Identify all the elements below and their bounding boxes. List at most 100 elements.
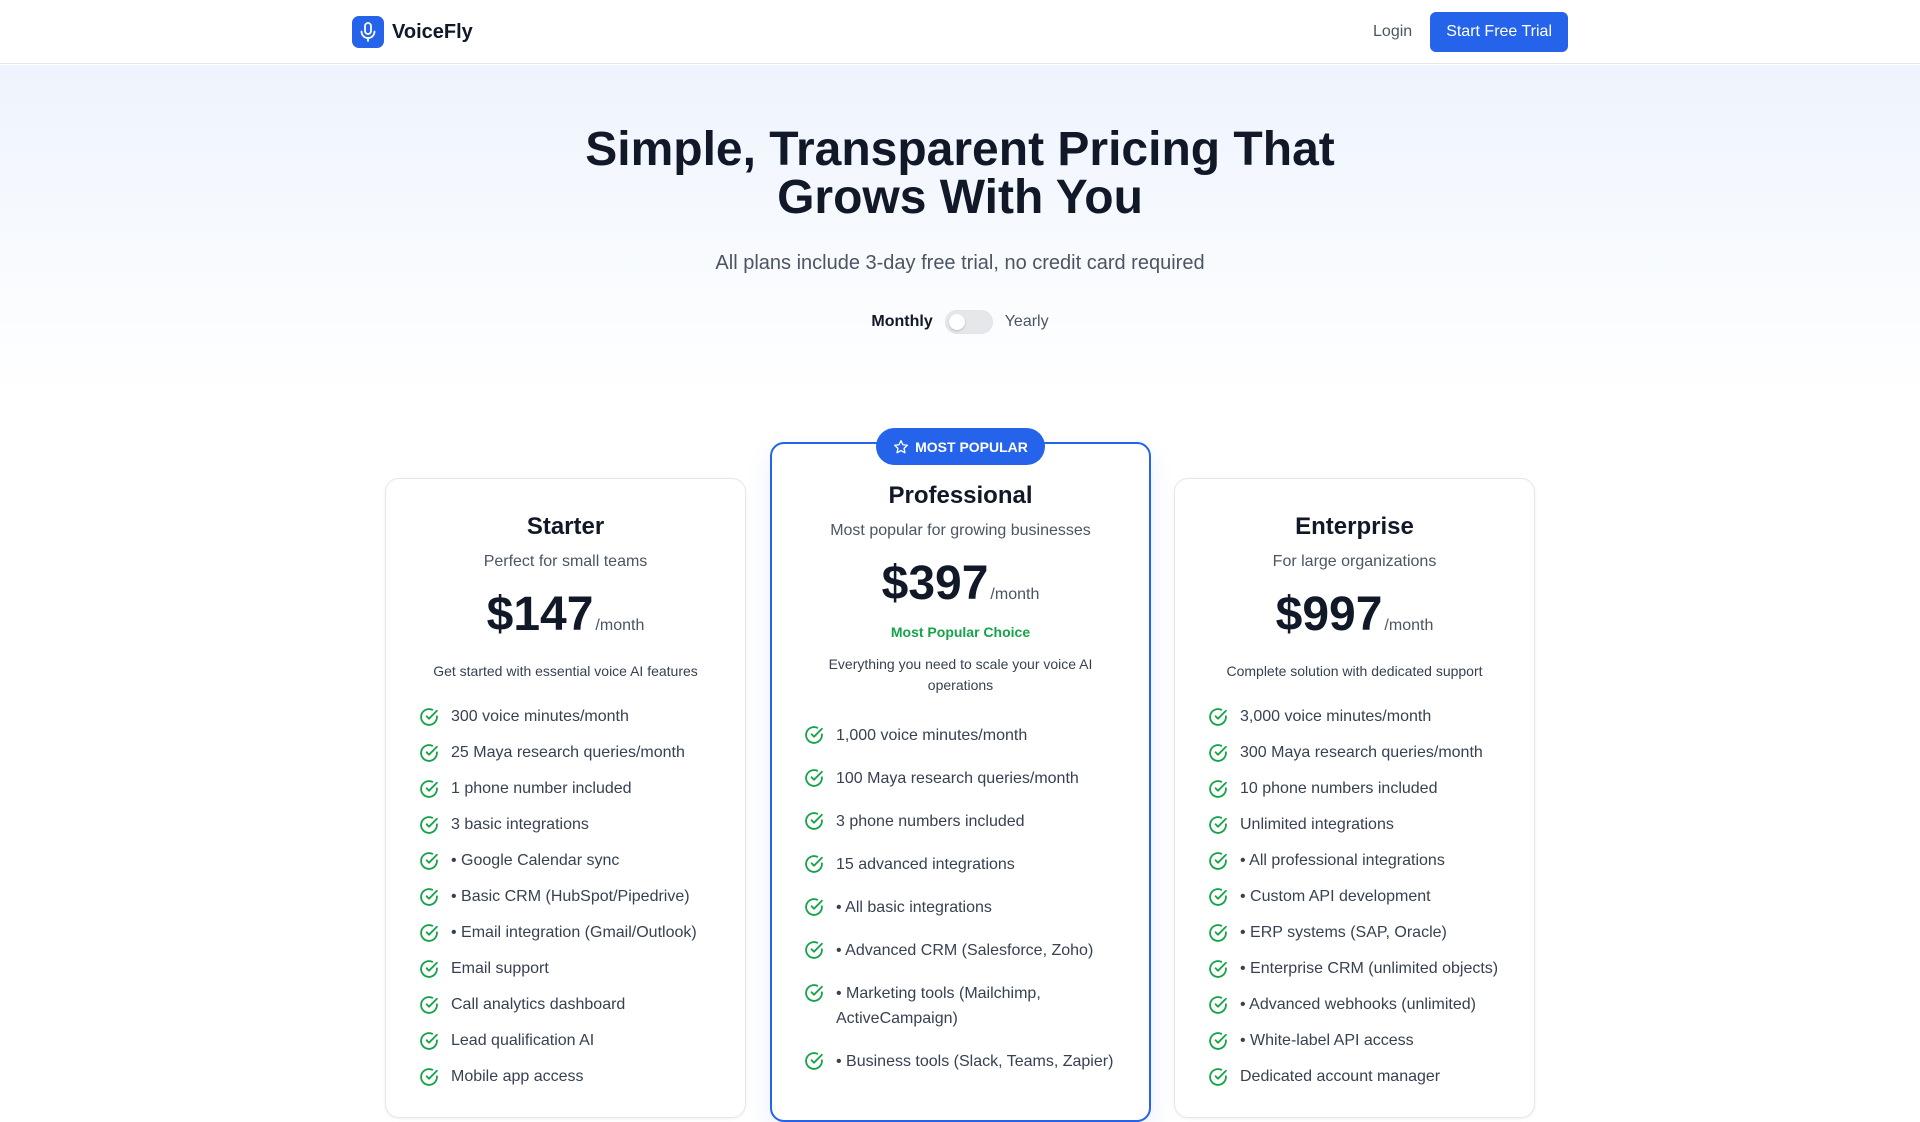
pricing-card-professional: Professional Most popular for growing bu… bbox=[770, 442, 1151, 1122]
check-circle-icon bbox=[1208, 815, 1228, 835]
pricing-card-starter: Starter Perfect for small teams $147 /mo… bbox=[385, 478, 746, 1118]
feature-text: Call analytics dashboard bbox=[451, 996, 626, 1013]
feature-text: 1 phone number included bbox=[451, 780, 632, 797]
feature-text: 1,000 voice minutes/month bbox=[836, 727, 1028, 744]
feature-item: Email support bbox=[419, 959, 712, 979]
check-circle-icon bbox=[804, 854, 824, 874]
price-row: $997 /month bbox=[1175, 587, 1534, 643]
feature-text: 10 phone numbers included bbox=[1240, 780, 1438, 797]
check-circle-icon bbox=[1208, 887, 1228, 907]
feature-item: • Enterprise CRM (unlimited objects) bbox=[1208, 959, 1501, 979]
check-circle-icon bbox=[1208, 959, 1228, 979]
feature-item: Lead qualification AI bbox=[419, 1031, 712, 1051]
plan-price: $997 bbox=[1275, 588, 1383, 641]
most-popular-badge: MOST POPULAR bbox=[876, 428, 1045, 465]
check-circle-icon bbox=[804, 983, 824, 1003]
yearly-label[interactable]: Yearly bbox=[1005, 313, 1049, 331]
plan-description: Most popular for growing businesses bbox=[830, 522, 1091, 539]
feature-text: 3 phone numbers included bbox=[836, 813, 1025, 830]
price-period: /month bbox=[1384, 617, 1434, 634]
feature-item: Unlimited integrations bbox=[1208, 815, 1501, 835]
check-circle-icon bbox=[419, 959, 439, 979]
check-circle-icon bbox=[804, 725, 824, 745]
popular-choice-label: Most Popular Choice bbox=[890, 624, 1031, 640]
check-circle-icon bbox=[419, 851, 439, 871]
feature-list: 300 voice minutes/month 25 Maya research … bbox=[386, 707, 745, 1087]
check-circle-icon bbox=[1208, 923, 1228, 943]
feature-text: Unlimited integrations bbox=[1240, 816, 1394, 833]
feature-item: • Basic CRM (HubSpot/Pipedrive) bbox=[419, 887, 712, 907]
plan-description: For large organizations bbox=[1272, 553, 1437, 570]
feature-item: 25 Maya research queries/month bbox=[419, 743, 712, 763]
plan-name: Starter bbox=[526, 513, 605, 540]
badge-label: MOST POPULAR bbox=[915, 438, 1028, 455]
feature-item: 3 basic integrations bbox=[419, 815, 712, 835]
billing-period-toggle[interactable] bbox=[944, 310, 993, 334]
price-row: $147 /month bbox=[386, 587, 745, 643]
page-title-line-1: Simple, Transparent Pricing That bbox=[585, 123, 1335, 176]
feature-text: • Advanced webhooks (unlimited) bbox=[1240, 996, 1476, 1013]
check-circle-icon bbox=[804, 768, 824, 788]
pricing-card-enterprise: Enterprise For large organizations $997 … bbox=[1174, 478, 1535, 1118]
feature-item: 300 Maya research queries/month bbox=[1208, 743, 1501, 763]
feature-text: 3 basic integrations bbox=[451, 816, 589, 833]
check-circle-icon bbox=[804, 1051, 824, 1071]
feature-text: 300 Maya research queries/month bbox=[1240, 744, 1483, 761]
star-icon bbox=[894, 439, 909, 453]
plan-name: Professional bbox=[888, 482, 1033, 509]
plan-description: Perfect for small teams bbox=[483, 553, 648, 570]
price-period: /month bbox=[595, 617, 645, 634]
check-circle-icon bbox=[419, 923, 439, 943]
feature-text: • All basic integrations bbox=[836, 899, 992, 916]
feature-item: 3 phone numbers included bbox=[804, 809, 1117, 834]
feature-item: Dedicated account manager bbox=[1208, 1067, 1501, 1087]
check-circle-icon bbox=[804, 897, 824, 917]
microphone-icon bbox=[352, 16, 384, 48]
feature-item: 15 advanced integrations bbox=[804, 852, 1117, 877]
check-circle-icon bbox=[419, 779, 439, 799]
feature-item: • All professional integrations bbox=[1208, 851, 1501, 871]
check-circle-icon bbox=[419, 1067, 439, 1087]
feature-text: Email support bbox=[451, 960, 549, 977]
feature-item: 3,000 voice minutes/month bbox=[1208, 707, 1501, 727]
brand-name: VoiceFly bbox=[392, 20, 473, 43]
check-circle-icon bbox=[1208, 1067, 1228, 1087]
toggle-knob bbox=[948, 314, 965, 330]
page-title-line-2: Grows With You bbox=[777, 171, 1143, 224]
plan-tagline: Complete solution with dedicated support bbox=[1226, 663, 1483, 679]
page-title: Simple, Transparent Pricing That Grows W… bbox=[0, 126, 1920, 222]
feature-text: • Custom API development bbox=[1240, 888, 1431, 905]
monthly-label[interactable]: Monthly bbox=[871, 313, 932, 331]
feature-text: • Basic CRM (HubSpot/Pipedrive) bbox=[451, 888, 690, 905]
check-circle-icon bbox=[1208, 779, 1228, 799]
brand-logo[interactable]: VoiceFly bbox=[352, 16, 473, 48]
feature-text: • ERP systems (SAP, Oracle) bbox=[1240, 924, 1447, 941]
feature-item: • ERP systems (SAP, Oracle) bbox=[1208, 923, 1501, 943]
nav-actions: Login Start Free Trial bbox=[1373, 12, 1568, 52]
feature-text: • All professional integrations bbox=[1240, 852, 1445, 869]
feature-item: 10 phone numbers included bbox=[1208, 779, 1501, 799]
feature-text: • Email integration (Gmail/Outlook) bbox=[451, 924, 697, 941]
feature-text: Dedicated account manager bbox=[1240, 1068, 1441, 1085]
billing-toggle-group: Monthly Yearly bbox=[0, 310, 1920, 334]
feature-item: 300 voice minutes/month bbox=[419, 707, 712, 727]
login-link[interactable]: Login bbox=[1373, 23, 1412, 41]
plan-tagline: Everything you need to scale your voice … bbox=[828, 656, 1093, 693]
feature-text: 15 advanced integrations bbox=[836, 856, 1015, 873]
plan-price: $147 bbox=[486, 588, 594, 641]
price-row: $397 /month bbox=[772, 556, 1149, 612]
feature-text: • Marketing tools (Mailchimp, ActiveCamp… bbox=[836, 985, 1041, 1027]
plan-price: $397 bbox=[881, 557, 989, 610]
feature-item: • Business tools (Slack, Teams, Zapier) bbox=[804, 1049, 1117, 1074]
check-circle-icon bbox=[419, 995, 439, 1015]
check-circle-icon bbox=[419, 707, 439, 727]
feature-item: • White-label API access bbox=[1208, 1031, 1501, 1051]
feature-item: 1 phone number included bbox=[419, 779, 712, 799]
feature-item: • Custom API development bbox=[1208, 887, 1501, 907]
feature-text: Mobile app access bbox=[451, 1068, 584, 1085]
feature-list: 1,000 voice minutes/month 100 Maya resear… bbox=[772, 723, 1149, 1074]
start-free-trial-button[interactable]: Start Free Trial bbox=[1430, 12, 1568, 52]
price-period: /month bbox=[990, 586, 1040, 603]
check-circle-icon bbox=[804, 811, 824, 831]
feature-item: 1,000 voice minutes/month bbox=[804, 723, 1117, 748]
